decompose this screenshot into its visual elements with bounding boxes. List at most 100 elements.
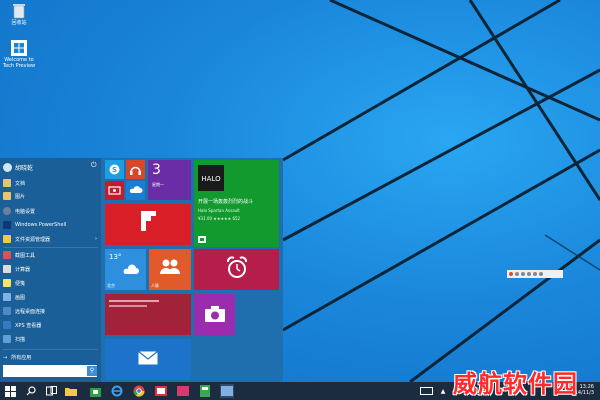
svg-text:S: S	[112, 166, 117, 174]
desktop-icon-welcome[interactable]: Welcome to Tech Preview	[2, 40, 36, 69]
start-item-label: 画图	[15, 294, 26, 301]
start-item-sticky-notes[interactable]: 便笺	[3, 278, 99, 288]
start-item-scan[interactable]: 扫描	[3, 334, 99, 344]
user-name: 胡晓乾	[15, 164, 34, 172]
keyboard-icon[interactable]	[418, 384, 434, 398]
calculator-icon	[3, 265, 11, 273]
chevron-right-icon[interactable]: ›	[95, 236, 97, 242]
folder-icon	[3, 192, 11, 200]
tile-xbox-game[interactable]: HALO 开展一场轰轰烈烈的战斗 Halo Spartan Assault ¥3…	[194, 160, 279, 247]
floating-toolbar[interactable]	[507, 270, 563, 278]
chrome-icon	[133, 385, 145, 397]
taskbar-file-explorer[interactable]	[64, 384, 78, 398]
taskbar-search-button[interactable]	[24, 384, 38, 398]
start-item-pictures[interactable]: 图片	[3, 191, 99, 201]
tile-people[interactable]: 人脉	[149, 249, 191, 290]
search-icon[interactable]: ⚲	[87, 366, 97, 376]
toolbar-dot-icon[interactable]	[521, 272, 525, 276]
folder-icon	[3, 179, 11, 187]
toolbar-dot-icon[interactable]	[509, 272, 513, 276]
start-item-pc-settings[interactable]: 电脑设置	[3, 206, 99, 216]
start-item-label: 文档	[15, 180, 26, 187]
app-icon	[177, 386, 189, 396]
task-view-icon	[45, 386, 57, 396]
all-apps-label: 所有应用	[11, 355, 32, 361]
task-view-button[interactable]	[44, 384, 58, 398]
headphones-icon	[130, 166, 141, 175]
powershell-icon	[3, 221, 11, 229]
start-item-label: 文件资源管理器	[15, 236, 51, 243]
tile-mail[interactable]	[105, 339, 191, 380]
taskbar-app-red[interactable]	[154, 384, 168, 398]
taskbar-app-active[interactable]	[220, 384, 234, 398]
start-item-label: 截图工具	[15, 252, 36, 259]
toolbar-dot-icon[interactable]	[527, 272, 531, 276]
start-search-input[interactable]	[3, 365, 97, 377]
people-label: 人脉	[151, 283, 159, 288]
recycle-bin-icon	[13, 4, 25, 19]
alarm-clock-icon	[226, 256, 248, 278]
desktop-icon-label: 回收站	[11, 20, 27, 26]
start-button[interactable]	[3, 384, 17, 398]
start-item-snipping-tool[interactable]: 截图工具	[3, 250, 99, 260]
windows-logo-icon	[4, 385, 16, 397]
watermark-logo: 威航软件园	[453, 370, 578, 398]
start-item-calculator[interactable]: 计算器	[3, 264, 99, 274]
start-item-label: 远程桌面连接	[15, 308, 46, 315]
taskbar-store[interactable]	[88, 384, 102, 398]
tile-weather[interactable]: 13° 北京	[105, 249, 146, 290]
desktop-icon-recycle-bin[interactable]: 回收站	[2, 3, 36, 26]
tile-flipboard[interactable]	[105, 204, 191, 245]
tile-calendar[interactable]: 3 星期一	[148, 160, 191, 200]
desktop-icon-label: Welcome to Tech Preview	[2, 57, 36, 69]
xbox-subtitle: Halo Spartan Assault	[198, 208, 240, 213]
start-item-documents[interactable]: 文档	[3, 178, 99, 188]
monitor-icon	[3, 307, 11, 315]
tile-news[interactable]	[105, 294, 191, 335]
news-headline-line	[109, 305, 147, 307]
taskbar-ie[interactable]	[110, 384, 124, 398]
start-item-xps-viewer[interactable]: XPS 查看器	[3, 320, 99, 330]
camera-icon	[205, 306, 225, 322]
divider	[3, 247, 98, 248]
toolbar-dot-icon[interactable]	[515, 272, 519, 276]
app-icon	[221, 386, 233, 396]
internet-explorer-icon	[111, 385, 123, 397]
keyboard-icon-glyph	[419, 387, 433, 395]
scissors-icon	[3, 251, 11, 259]
skype-icon: S	[109, 164, 120, 175]
news-headline-line	[109, 300, 159, 302]
start-item-powershell[interactable]: Windows PowerShell	[3, 220, 99, 230]
app-icon	[200, 385, 210, 397]
all-apps-button[interactable]: → 所有应用	[3, 354, 32, 362]
tile-onedrive[interactable]	[126, 181, 145, 200]
start-item-file-explorer[interactable]: 文件资源管理器 ›	[3, 234, 99, 244]
tray-expand-icon[interactable]: ▲	[436, 384, 450, 398]
tile-alarms[interactable]	[194, 249, 279, 290]
tile-music[interactable]	[126, 160, 145, 179]
avatar	[3, 162, 12, 172]
taskbar-chrome[interactable]	[132, 384, 146, 398]
tile-skype[interactable]: S	[105, 160, 124, 179]
power-icon[interactable]: ⏻	[91, 162, 98, 169]
start-item-paint[interactable]: 画图	[3, 292, 99, 302]
paint-icon	[3, 293, 11, 301]
windows-logo-icon	[11, 40, 27, 56]
toolbar-dot-icon[interactable]	[539, 272, 543, 276]
tile-video[interactable]	[105, 181, 124, 200]
video-icon	[108, 186, 121, 195]
calendar-weekday: 星期一	[152, 182, 164, 187]
mail-icon	[138, 351, 158, 365]
taskbar-app-pink[interactable]	[176, 384, 190, 398]
user-account[interactable]: 胡晓乾	[3, 162, 33, 172]
divider	[3, 349, 98, 350]
start-item-remote-desktop[interactable]: 远程桌面连接	[3, 306, 99, 316]
start-item-label: 便笺	[15, 280, 26, 287]
tile-camera[interactable]	[194, 294, 235, 335]
gear-icon	[3, 207, 11, 215]
toolbar-dot-icon[interactable]	[533, 272, 537, 276]
halo-thumbnail: HALO	[198, 165, 224, 191]
taskbar-app-green[interactable]	[198, 384, 212, 398]
scanner-icon	[3, 335, 11, 343]
start-item-label: 扫描	[15, 336, 26, 343]
